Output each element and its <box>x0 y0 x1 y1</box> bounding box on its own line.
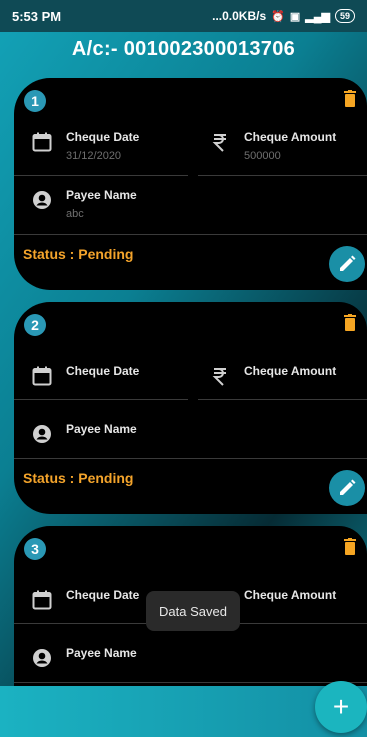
status-label: Status : Pending <box>23 246 134 262</box>
rupee-icon <box>212 368 226 386</box>
card-number-badge: 1 <box>24 90 46 112</box>
trash-icon[interactable] <box>344 538 356 555</box>
network-speed: ...0.0KB/s <box>212 9 267 23</box>
divider <box>14 234 367 235</box>
cheque-amount-field[interactable]: Cheque Amount <box>210 364 336 386</box>
cheque-card: 2 Cheque Date Cheque Amount Payee Name S… <box>14 302 367 514</box>
cheque-date-label: Cheque Date <box>66 364 140 378</box>
payee-name-field[interactable]: Payee Name abc <box>32 188 137 220</box>
status-bar: 5:53 PM ...0.0KB/s ⏰ ▣ ▂▄▆ 59 <box>0 0 367 32</box>
divider <box>14 682 367 683</box>
account-title: A/c:- 001002300013706 <box>71 38 296 60</box>
divider <box>198 175 367 176</box>
calendar-icon <box>32 366 52 386</box>
person-icon <box>33 425 51 443</box>
calendar-icon <box>32 132 52 152</box>
payee-name-label: Payee Name <box>66 188 137 202</box>
cheque-amount-value: 500000 <box>244 150 281 162</box>
trash-icon[interactable] <box>344 314 356 331</box>
person-icon <box>33 191 51 209</box>
volte-icon: ▣ <box>289 10 301 23</box>
pencil-icon <box>340 255 356 271</box>
payee-name-label: Payee Name <box>66 646 137 660</box>
cheque-card: 1 Cheque Date 31/12/2020 Cheque Amount 5… <box>14 78 367 290</box>
payee-name-field[interactable]: Payee Name <box>32 646 137 668</box>
plus-icon: + <box>332 691 350 722</box>
divider <box>14 458 367 459</box>
cheque-date-label: Cheque Date <box>66 588 140 602</box>
card-number-badge: 3 <box>24 538 46 560</box>
rupee-icon <box>212 134 226 152</box>
status-time: 5:53 PM <box>12 8 62 24</box>
calendar-icon <box>32 590 52 610</box>
payee-name-label: Payee Name <box>66 422 137 436</box>
signal-icon: ▂▄▆ <box>305 10 330 23</box>
cheque-date-field[interactable]: Cheque Date 31/12/2020 <box>32 130 139 162</box>
toast-message: Data Saved <box>146 591 240 631</box>
bottom-band <box>0 686 367 737</box>
cheque-amount-label: Cheque Amount <box>244 588 337 602</box>
alarm-icon: ⏰ <box>271 10 285 23</box>
cheque-date-field[interactable]: Cheque Date <box>32 364 139 386</box>
status-label: Status : Pending <box>23 470 134 486</box>
cheque-amount-label: Cheque Amount <box>244 364 337 378</box>
cheque-amount-field[interactable]: Cheque Amount 500000 <box>210 130 336 162</box>
cheque-date-value: 31/12/2020 <box>66 150 122 162</box>
battery-icon: 59 <box>334 9 355 23</box>
payee-name-value: abc <box>66 208 84 220</box>
edit-button[interactable] <box>329 246 365 282</box>
divider <box>14 175 188 176</box>
payee-name-field[interactable]: Payee Name <box>32 422 137 444</box>
edit-button[interactable] <box>329 470 365 506</box>
cheque-amount-label: Cheque Amount <box>244 130 337 144</box>
divider <box>198 399 367 400</box>
pencil-icon <box>340 479 356 495</box>
trash-icon[interactable] <box>344 90 356 107</box>
card-number-badge: 2 <box>24 314 46 336</box>
add-button[interactable]: + <box>315 681 367 733</box>
cheque-date-field[interactable]: Cheque Date <box>32 588 139 610</box>
cheque-date-label: Cheque Date <box>66 130 140 144</box>
divider <box>14 399 188 400</box>
person-icon <box>33 649 51 667</box>
